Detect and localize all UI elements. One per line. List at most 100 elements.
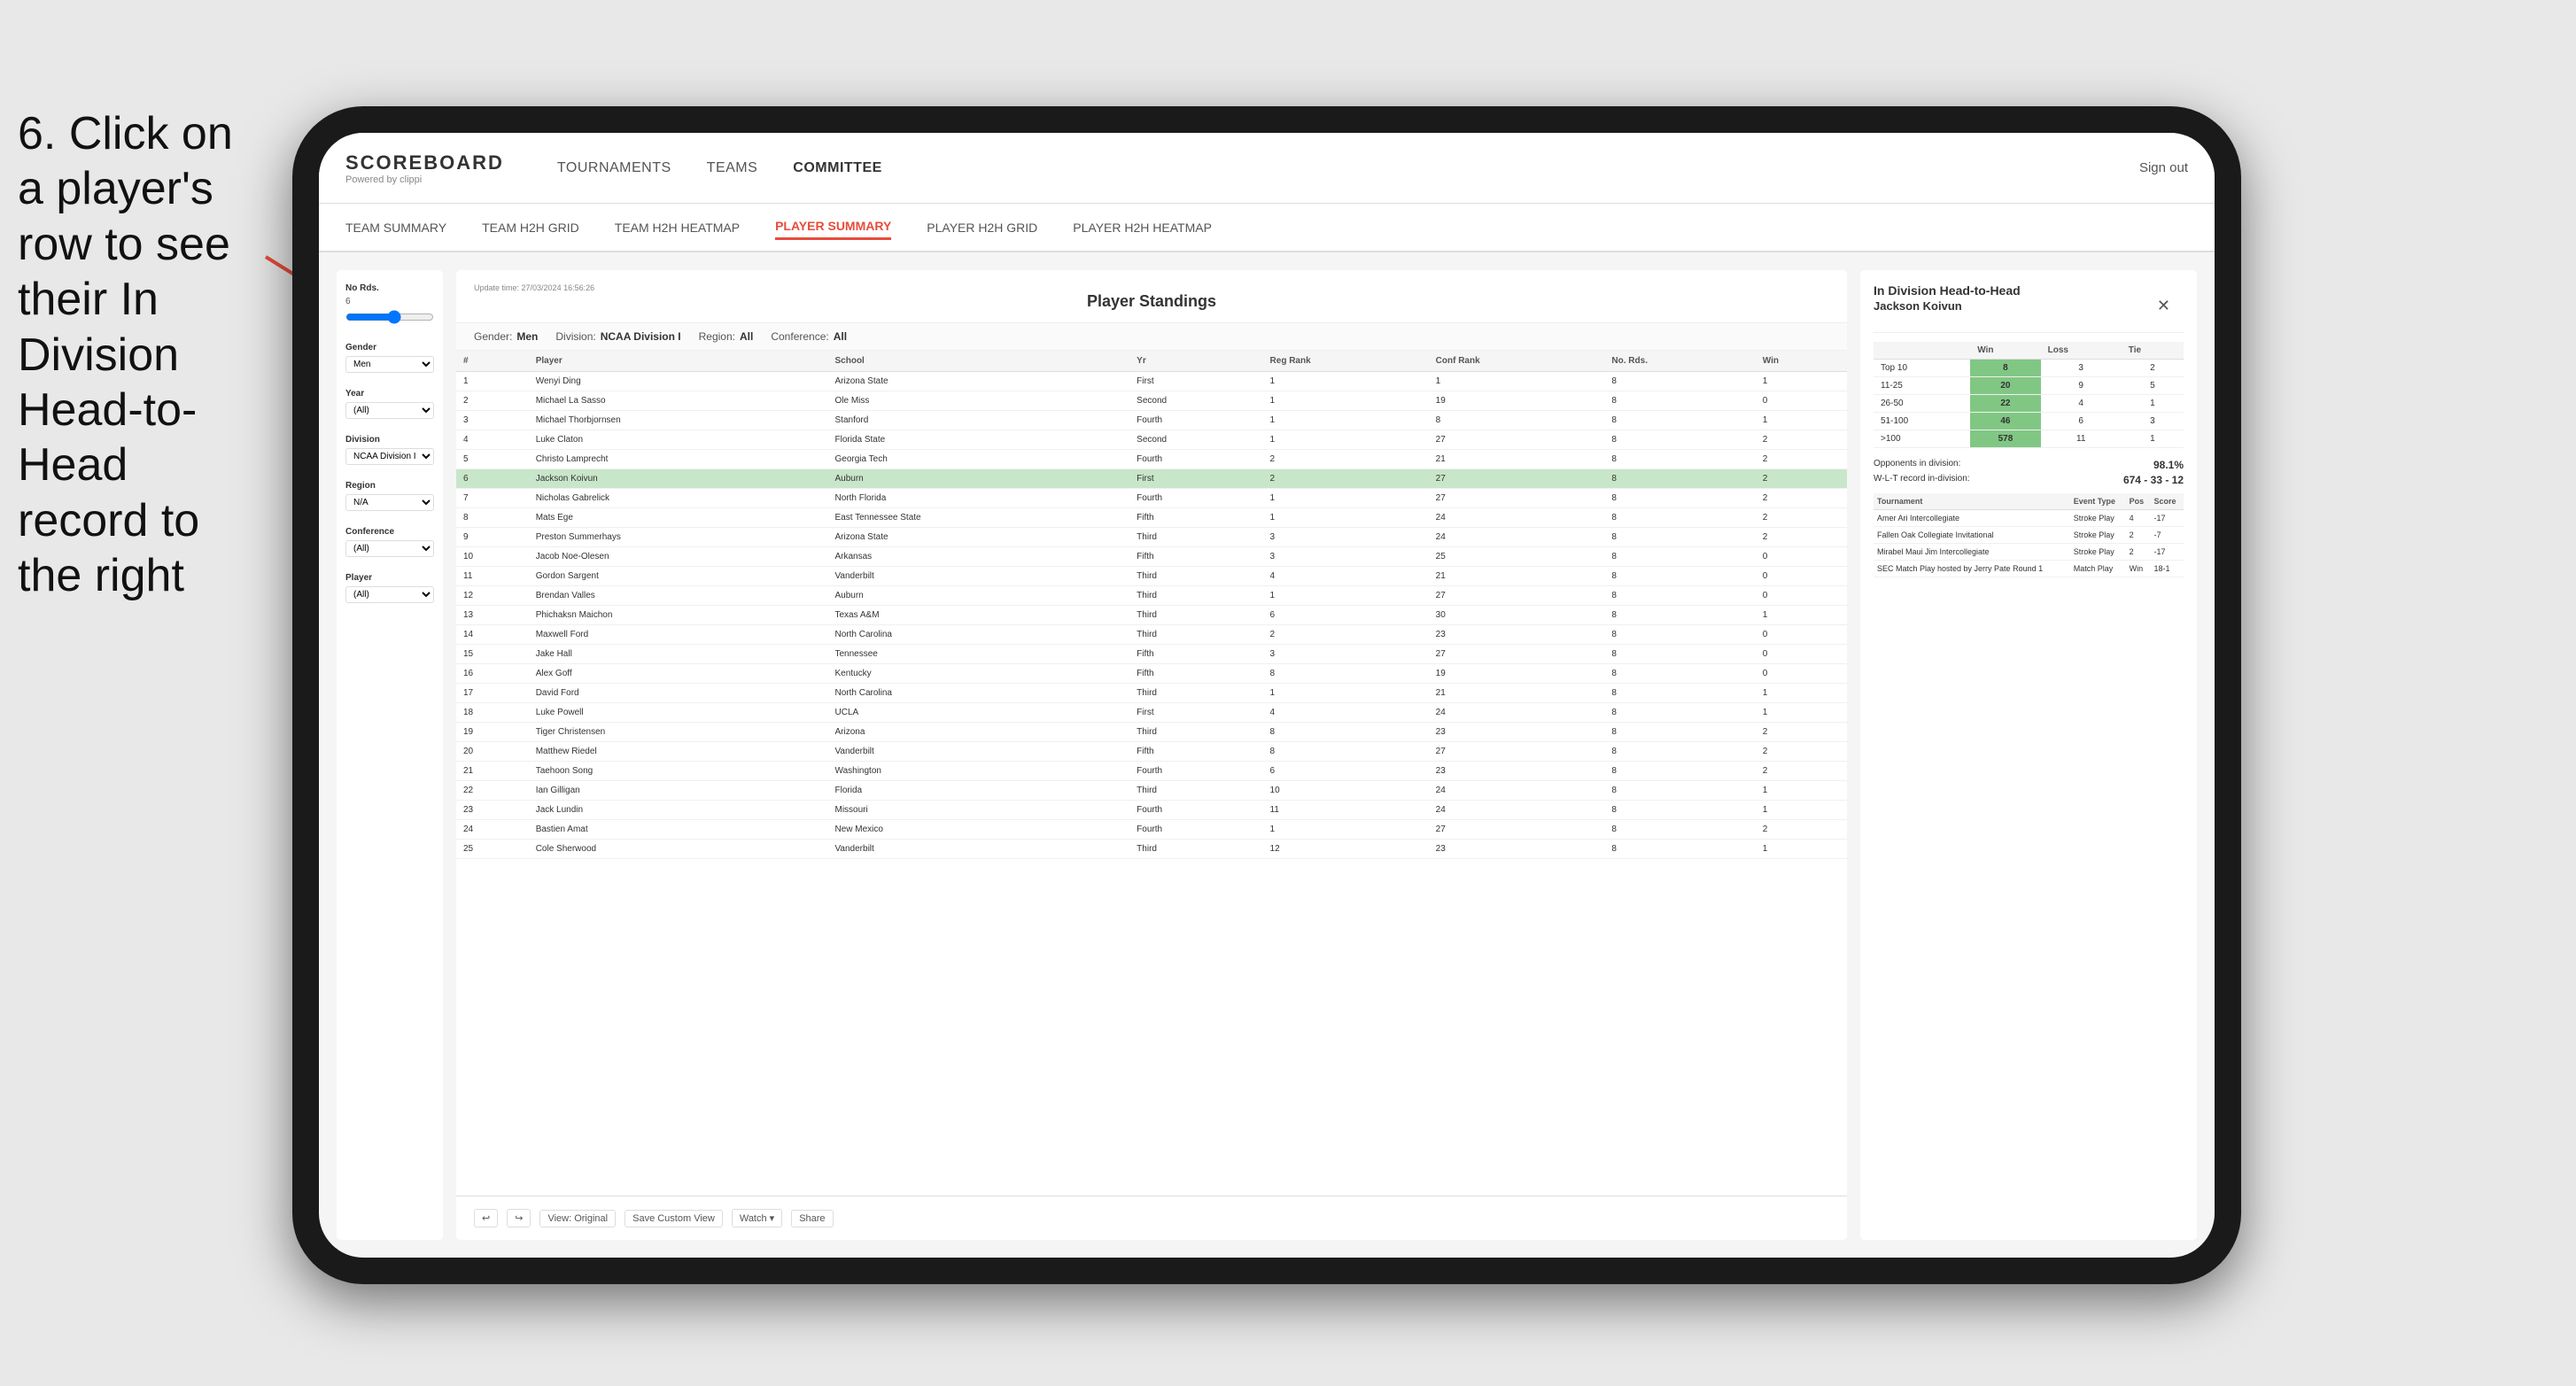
table-row[interactable]: 23 Jack Lundin Missouri Fourth 11 24 8 1 <box>456 801 1847 820</box>
sidebar-year-select[interactable]: (All) <box>345 402 434 419</box>
h2h-table: Win Loss Tie Top 10 8 3 2 11-25 20 9 5 2… <box>1874 342 2184 448</box>
opponents-label: Opponents in division: <box>1874 459 1960 471</box>
filter-conference: Conference: All <box>771 330 847 343</box>
sidebar-division-select[interactable]: NCAA Division I <box>345 448 434 465</box>
table-row[interactable]: 3 Michael Thorbjornsen Stanford Fourth 1… <box>456 411 1847 430</box>
watch-button[interactable]: Watch ▾ <box>732 1209 782 1227</box>
h2h-row: 51-100 46 6 3 <box>1874 413 2184 430</box>
filter-row: Gender: Men Division: NCAA Division I Re… <box>456 323 1847 351</box>
nav-tournaments[interactable]: TOURNAMENTS <box>557 156 671 181</box>
sidebar-region-label: Region <box>345 481 434 491</box>
filter-gender: Gender: Men <box>474 330 538 343</box>
redo-button[interactable]: ↪ <box>507 1209 531 1227</box>
subnav-player-h2h-heatmap[interactable]: PLAYER H2H HEATMAP <box>1073 216 1212 239</box>
subnav-player-h2h-grid[interactable]: PLAYER H2H GRID <box>927 216 1037 239</box>
table-row[interactable]: 9 Preston Summerhays Arizona State Third… <box>456 528 1847 547</box>
tablet-screen: SCOREBOARD Powered by clippi TOURNAMENTS… <box>319 133 2215 1258</box>
sidebar-player-select[interactable]: (All) <box>345 586 434 603</box>
table-row[interactable]: 14 Maxwell Ford North Carolina Third 2 2… <box>456 625 1847 645</box>
opponents-section: Opponents in division: 98.1% W-L-T recor… <box>1874 459 2184 486</box>
right-panel-title: In Division Head-to-Head <box>1874 283 2184 298</box>
sidebar-player-label: Player <box>345 573 434 583</box>
table-row[interactable]: 4 Luke Claton Florida State Second 1 27 … <box>456 430 1847 450</box>
tournament-table: Tournament Event Type Pos Score Amer Ari… <box>1874 493 2184 577</box>
table-row[interactable]: 15 Jake Hall Tennessee Fifth 3 27 8 0 <box>456 645 1847 664</box>
no-rds-slider[interactable] <box>345 310 434 324</box>
table-row[interactable]: 10 Jacob Noe-Olesen Arkansas Fifth 3 25 … <box>456 547 1847 567</box>
table-row[interactable]: 7 Nicholas Gabrelick North Florida Fourt… <box>456 489 1847 508</box>
center-panel: Update time: 27/03/2024 16:56:26 Player … <box>456 270 1847 1240</box>
wlt-record: 674 - 33 - 12 <box>2123 474 2184 486</box>
sidebar-no-rds-label: No Rds. <box>345 283 434 293</box>
sidebar-division-label: Division <box>345 435 434 445</box>
sidebar-conference-label: Conference <box>345 527 434 537</box>
table-row[interactable]: 2 Michael La Sasso Ole Miss Second 1 19 … <box>456 391 1847 411</box>
table-row[interactable]: 25 Cole Sherwood Vanderbilt Third 12 23 … <box>456 840 1847 859</box>
h2h-col-loss: Loss <box>2041 342 2122 360</box>
table-row[interactable]: 24 Bastien Amat New Mexico Fourth 1 27 8… <box>456 820 1847 840</box>
save-custom-button[interactable]: Save Custom View <box>625 1210 723 1227</box>
col-school: School <box>828 351 1130 372</box>
share-button[interactable]: Share <box>791 1210 833 1227</box>
tablet-frame: SCOREBOARD Powered by clippi TOURNAMENTS… <box>292 106 2241 1284</box>
bottom-toolbar: ↩ ↪ View: Original Save Custom View Watc… <box>456 1196 1847 1240</box>
col-no-rds: No. Rds. <box>1604 351 1755 372</box>
table-row[interactable]: 6 Jackson Koivun Auburn First 2 27 8 2 <box>456 469 1847 489</box>
view-original-button[interactable]: View: Original <box>539 1210 616 1227</box>
nav-committee[interactable]: COMMITTEE <box>793 156 882 181</box>
h2h-col-win: Win <box>1970 342 2040 360</box>
table-row[interactable]: 13 Phichaksn Maichon Texas A&M Third 6 3… <box>456 606 1847 625</box>
filter-region: Region: All <box>699 330 754 343</box>
tourn-col-score: Score <box>2150 493 2184 510</box>
tourn-col-type: Event Type <box>2070 493 2126 510</box>
col-reg-rank: Reg Rank <box>1263 351 1429 372</box>
table-row[interactable]: 19 Tiger Christensen Arizona Third 8 23 … <box>456 723 1847 742</box>
h2h-col-rank <box>1874 342 1970 360</box>
sidebar-year-label: Year <box>345 389 434 399</box>
sidebar-no-rds: No Rds. 6 <box>345 283 434 327</box>
table-row[interactable]: 1 Wenyi Ding Arizona State First 1 1 8 1 <box>456 372 1847 391</box>
right-panel: In Division Head-to-Head Jackson Koivun … <box>1860 270 2197 1240</box>
table-row[interactable]: 16 Alex Goff Kentucky Fifth 8 19 8 0 <box>456 664 1847 684</box>
logo-powered: Powered by clippi <box>345 174 504 185</box>
tourn-col-pos: Pos <box>2126 493 2151 510</box>
top-nav: SCOREBOARD Powered by clippi TOURNAMENTS… <box>319 133 2215 204</box>
tournament-row: Amer Ari Intercollegiate Stroke Play 4 -… <box>1874 510 2184 527</box>
table-row[interactable]: 8 Mats Ege East Tennessee State Fifth 1 … <box>456 508 1847 528</box>
wlt-label: W-L-T record in-division: <box>1874 474 1970 486</box>
table-row[interactable]: 12 Brendan Valles Auburn Third 1 27 8 0 <box>456 586 1847 606</box>
sidebar-region: Region N/A <box>345 481 434 511</box>
sidebar-gender: Gender Men Women <box>345 343 434 373</box>
logo-area: SCOREBOARD Powered by clippi <box>345 151 504 185</box>
sidebar-gender-select[interactable]: Men Women <box>345 356 434 373</box>
sidebar-conference: Conference (All) <box>345 527 434 557</box>
h2h-col-tie: Tie <box>2122 342 2184 360</box>
table-row[interactable]: 5 Christo Lamprecht Georgia Tech Fourth … <box>456 450 1847 469</box>
right-panel-header: In Division Head-to-Head Jackson Koivun … <box>1874 283 2184 333</box>
subnav-team-h2h-heatmap[interactable]: TEAM H2H HEATMAP <box>615 216 740 239</box>
h2h-row: 26-50 22 4 1 <box>1874 395 2184 413</box>
table-row[interactable]: 20 Matthew Riedel Vanderbilt Fifth 8 27 … <box>456 742 1847 762</box>
close-button[interactable]: ✕ <box>2157 297 2170 315</box>
table-row[interactable]: 11 Gordon Sargent Vanderbilt Third 4 21 … <box>456 567 1847 586</box>
sidebar-conference-select[interactable]: (All) <box>345 540 434 557</box>
col-conf-rank: Conf Rank <box>1429 351 1605 372</box>
tournament-row: SEC Match Play hosted by Jerry Pate Roun… <box>1874 561 2184 577</box>
h2h-row: Top 10 8 3 2 <box>1874 360 2184 377</box>
top-nav-links: TOURNAMENTS TEAMS COMMITTEE <box>557 156 2139 181</box>
nav-teams[interactable]: TEAMS <box>707 156 758 181</box>
player-table: # Player School Yr Reg Rank Conf Rank No… <box>456 351 1847 1196</box>
undo-button[interactable]: ↩ <box>474 1209 498 1227</box>
table-row[interactable]: 22 Ian Gilligan Florida Third 10 24 8 1 <box>456 781 1847 801</box>
table-row[interactable]: 18 Luke Powell UCLA First 4 24 8 1 <box>456 703 1847 723</box>
instruction-text: 6. Click on a player's row to see their … <box>0 106 275 604</box>
sidebar-region-select[interactable]: N/A <box>345 494 434 511</box>
tourn-col-name: Tournament <box>1874 493 2070 510</box>
subnav-team-h2h-grid[interactable]: TEAM H2H GRID <box>482 216 579 239</box>
subnav-team-summary[interactable]: TEAM SUMMARY <box>345 216 446 239</box>
subnav-player-summary[interactable]: PLAYER SUMMARY <box>775 214 891 240</box>
table-row[interactable]: 21 Taehoon Song Washington Fourth 6 23 8… <box>456 762 1847 781</box>
sign-out-button[interactable]: Sign out <box>2139 160 2188 175</box>
table-row[interactable]: 17 David Ford North Carolina Third 1 21 … <box>456 684 1847 703</box>
sidebar-no-rds-value: 6 <box>345 297 434 306</box>
